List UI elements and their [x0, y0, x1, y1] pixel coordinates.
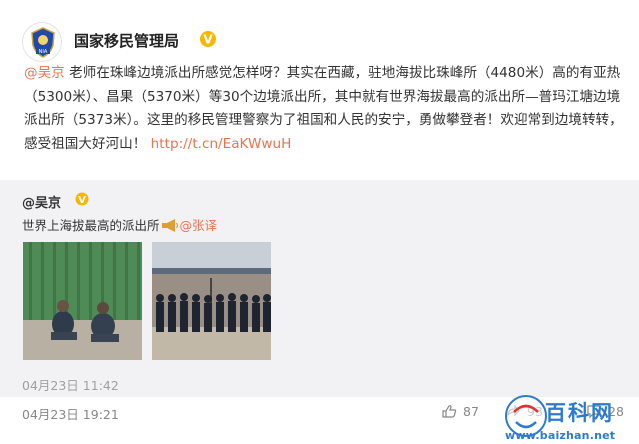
verified-badge-icon: V	[200, 31, 216, 47]
svg-text:NIA: NIA	[39, 49, 48, 55]
mention-link[interactable]: @张译	[180, 218, 218, 233]
short-url-link[interactable]: http://t.cn/EaKWwuH	[151, 136, 292, 152]
svg-text:V: V	[203, 33, 213, 47]
repost-author[interactable]: @吴京	[22, 192, 61, 211]
watermark-text: 百科网	[545, 401, 614, 425]
verified-badge-icon: V	[75, 192, 89, 206]
post-body: 老师在珠峰边境派出所感觉怎样呀？其实在西藏，驻地海拔比珠峰所（4480米）高的有…	[24, 65, 623, 152]
svg-text:V: V	[78, 195, 86, 206]
author-name[interactable]: 国家移民管理局	[74, 30, 179, 51]
repost-photo-1[interactable]	[23, 242, 142, 360]
horn-icon	[161, 219, 178, 232]
like-button[interactable]: 87	[441, 404, 479, 419]
watermark-url: www.baizhan.net	[505, 429, 616, 442]
repost-text: 世界上海拔最高的派出所 @张译	[22, 215, 217, 234]
post-text: @吴京 老师在珠峰边境派出所感觉怎样呀？其实在西藏，驻地海拔比珠峰所（4480米…	[24, 62, 624, 156]
post-timestamp[interactable]: 04月23日 19:21	[22, 404, 119, 423]
author-avatar[interactable]: NIA	[22, 22, 62, 62]
repost-photo-2[interactable]	[152, 242, 271, 360]
mention-link[interactable]: @吴京	[24, 65, 65, 81]
like-count: 87	[463, 404, 479, 419]
police-badge-icon: NIA	[31, 27, 55, 58]
repost-body: 世界上海拔最高的派出所	[22, 218, 160, 233]
repost-timestamp[interactable]: 04月23日 11:42	[22, 375, 119, 394]
like-icon	[442, 405, 457, 418]
